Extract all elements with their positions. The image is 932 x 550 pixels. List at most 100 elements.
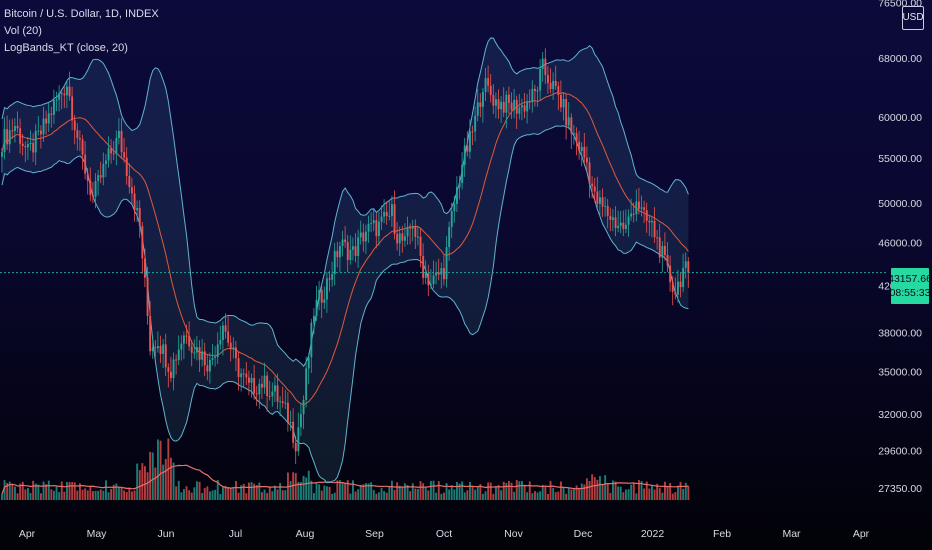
volume-bar (76, 490, 79, 500)
y-tick-label: 32000.00 (878, 409, 922, 421)
candle-body (643, 207, 646, 211)
volume-bar (588, 480, 591, 500)
volume-bar (341, 482, 344, 500)
candle-body (549, 83, 552, 90)
volume-bar (92, 491, 94, 500)
candle-body (651, 220, 653, 223)
candle-body (674, 291, 677, 295)
volume-bar (29, 492, 32, 500)
candle-body (580, 146, 583, 152)
volume-study-label[interactable]: Vol (20) (4, 23, 159, 40)
candle-body (193, 352, 196, 354)
candle-body (601, 197, 604, 207)
candle-body (443, 268, 445, 280)
volume-bar (554, 492, 557, 500)
candle-body (617, 225, 620, 229)
candle-body (492, 95, 495, 106)
candle-body (102, 164, 105, 178)
volume-bar (591, 474, 594, 500)
bands-study-label[interactable]: LogBands_KT (close, 20) (4, 40, 159, 57)
candle-body (523, 105, 526, 112)
volume-bar (495, 486, 497, 500)
candle-body (297, 427, 300, 452)
volume-bar (456, 481, 458, 500)
candle-body (266, 375, 269, 396)
volume-bar (505, 483, 508, 500)
candle-body (484, 78, 487, 92)
volume-bar (354, 491, 357, 500)
volume-bar (149, 451, 152, 500)
candle-body (253, 377, 256, 394)
volume-bar (128, 488, 131, 500)
volume-bar (684, 482, 687, 500)
volume-bar (622, 492, 625, 500)
candle-body (367, 223, 370, 232)
volume-bar (305, 477, 308, 500)
candle-body (29, 142, 32, 144)
volume-bar (320, 490, 323, 500)
candle-body (427, 273, 430, 286)
candle-body (411, 226, 414, 229)
volume-bar (177, 480, 180, 500)
candle-body (180, 343, 183, 350)
volume-bar (245, 493, 248, 500)
volume-bar (162, 464, 165, 500)
candle-body (271, 391, 274, 397)
volume-bar (682, 488, 685, 500)
volume-bar (580, 483, 583, 500)
candle-body (625, 224, 627, 230)
volume-bar (63, 491, 66, 500)
volume-bar (11, 483, 14, 500)
candle-body (219, 339, 222, 345)
currency-badge[interactable]: USD (902, 6, 924, 30)
volume-bar (632, 482, 635, 500)
volume-bar (250, 482, 253, 500)
candle-body (396, 233, 399, 244)
volume-bar (567, 487, 570, 500)
candle-body (261, 383, 263, 388)
candle-body (593, 186, 596, 192)
candle-body (591, 183, 594, 187)
volume-bar (232, 486, 235, 500)
volume-bar (183, 489, 185, 500)
candle-body (466, 145, 469, 152)
volume-bar (235, 481, 237, 500)
candle-body (206, 365, 209, 372)
candle-body (378, 221, 380, 237)
candle-body (463, 145, 466, 165)
volume-bar (666, 486, 669, 500)
candle-body (318, 289, 321, 300)
volume-bar (635, 493, 638, 500)
volume-bar (619, 486, 622, 500)
candle-body (250, 377, 253, 383)
candle-body (115, 138, 118, 154)
candle-body (575, 133, 578, 142)
x-tick-label: Apr (19, 528, 36, 540)
volume-bar (16, 493, 19, 500)
candle-body (242, 373, 245, 375)
volume-bar (294, 473, 297, 500)
candle-body (167, 367, 170, 372)
volume-bar (552, 488, 555, 500)
volume-bar (190, 492, 193, 500)
volume-bar (1, 494, 3, 500)
volume-bar (549, 480, 552, 500)
volume-bar (227, 487, 230, 500)
candle-body (42, 118, 45, 135)
volume-bar (261, 492, 263, 500)
volume-bar (97, 490, 100, 500)
volume-bar (409, 491, 412, 500)
candle-body (346, 242, 349, 260)
volume-bar (515, 480, 518, 500)
candle-body (609, 215, 612, 220)
volume-bar (94, 490, 97, 500)
symbol-title[interactable]: Bitcoin / U.S. Dollar, 1D, INDEX (4, 6, 159, 23)
candle-body (456, 187, 458, 204)
y-tick-label: 35000.00 (878, 367, 922, 379)
candle-body (448, 227, 451, 248)
candle-body (588, 162, 591, 184)
candle-body (53, 99, 55, 115)
volume-bar (508, 480, 510, 500)
price-chart[interactable]: 76500.0068000.0060000.0055000.0050000.00… (0, 0, 932, 550)
candle-body (81, 139, 84, 155)
